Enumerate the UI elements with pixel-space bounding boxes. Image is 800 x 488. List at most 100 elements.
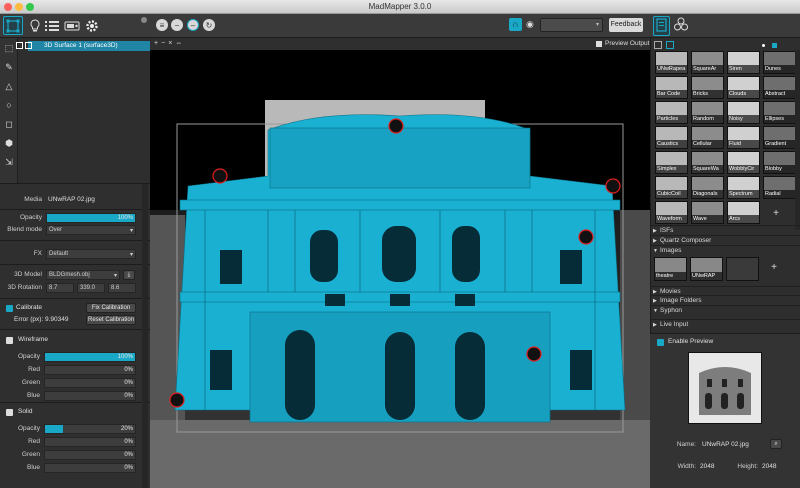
generator-thumb[interactable]: Gradient [763, 126, 796, 149]
toolbar-options-icon[interactable] [141, 17, 147, 23]
quad-tool-icon[interactable]: ◻ [3, 118, 15, 130]
generator-thumb[interactable]: Blobby [763, 151, 796, 174]
list-icon[interactable] [42, 16, 62, 35]
lock-checkbox[interactable] [25, 42, 32, 49]
solid-row-slider[interactable]: 20% [44, 424, 136, 434]
library-scrollbar[interactable] [795, 50, 800, 230]
search-icon[interactable]: ⌕ [770, 439, 782, 449]
library-section[interactable]: ▼ Syphon [650, 305, 800, 315]
generator-thumb[interactable]: WobblyCir [727, 151, 760, 174]
select-tool-icon[interactable]: ⬚ [3, 42, 15, 54]
generator-thumb[interactable]: SquareAr [691, 51, 724, 74]
opacity-slider[interactable]: 100% [46, 213, 136, 223]
generator-thumb[interactable]: Dunes [763, 51, 796, 74]
generator-thumb[interactable]: Wave [691, 201, 724, 224]
output-n-icon[interactable]: ∩ [509, 18, 522, 31]
projection-view[interactable] [150, 50, 650, 488]
modules-icon[interactable] [673, 16, 690, 36]
media-value[interactable]: UNwRAP 02.jpg [48, 196, 95, 203]
feedback-button[interactable]: Feedback [609, 18, 643, 32]
rotate-icon[interactable]: ↻ [203, 19, 215, 31]
calibrate-checkbox[interactable] [6, 305, 13, 312]
calibration-point[interactable] [388, 118, 404, 134]
generator-thumb[interactable]: Arcs [727, 201, 760, 224]
rotation-y-field[interactable]: 339.0 [77, 283, 105, 293]
solid-checkbox[interactable] [6, 409, 13, 416]
wireframe-row-slider[interactable]: 0% [44, 378, 136, 388]
triangle-tool-icon[interactable]: △ [3, 80, 15, 92]
wireframe-row-slider[interactable]: 0% [44, 365, 136, 375]
generator-thumb[interactable]: CubicCoil [655, 176, 688, 199]
page-dot-icon[interactable] [772, 43, 777, 48]
solid-row-slider[interactable]: 0% [44, 437, 136, 447]
generator-thumb[interactable]: Radial [763, 176, 796, 199]
projector-icon[interactable] [62, 16, 82, 35]
add-generator-button[interactable]: + [761, 208, 791, 222]
generator-thumb[interactable]: Waveform [655, 201, 688, 224]
generator-thumb[interactable]: Random [691, 101, 724, 124]
image-slot-empty[interactable] [726, 257, 759, 281]
library-section[interactable]: ▶ ISFs [650, 225, 800, 235]
library-section[interactable]: ▶ Live Input [650, 319, 800, 329]
add-image-button[interactable]: + [760, 262, 788, 276]
wireframe-row-slider[interactable]: 0% [44, 391, 136, 401]
wireframe-row-slider[interactable]: 100% [44, 352, 136, 362]
generator-thumb[interactable]: Siren [727, 51, 760, 74]
minus-icon[interactable]: − [171, 19, 183, 31]
calibration-point[interactable] [526, 346, 542, 362]
enable-preview-checkbox[interactable] [657, 339, 664, 346]
generator-thumb[interactable]: Bar Code [655, 76, 688, 99]
library-section[interactable]: ▶ Quartz Composer [650, 235, 800, 245]
calibration-point[interactable] [605, 178, 621, 194]
canvas[interactable] [150, 50, 650, 488]
generator-thumb[interactable]: Simplex [655, 151, 688, 174]
surface-item-3d-surface-1[interactable]: 3D Surface 1 (surface3D) [16, 41, 150, 51]
generator-thumb[interactable]: SquareWa [691, 151, 724, 174]
import-tool-icon[interactable]: ⇲ [3, 156, 15, 168]
output-select[interactable]: ▾ [540, 18, 603, 32]
media-library-icon[interactable] [653, 16, 670, 36]
fix-calibration-button[interactable]: Fix Calibration [86, 303, 136, 313]
rotation-z-field[interactable]: 8.6 [108, 283, 136, 293]
solid-row-slider[interactable]: 0% [44, 463, 136, 473]
3d-model-select[interactable]: BLDGmesh.obj ▾ [46, 270, 120, 280]
generator-thumb[interactable]: Clouds [727, 76, 760, 99]
calibration-point[interactable] [578, 229, 594, 245]
properties-scrollbar[interactable] [142, 184, 148, 488]
generator-thumb[interactable]: UNwRapea [655, 51, 688, 74]
blend-mode-select[interactable]: Over ▾ [46, 225, 136, 235]
generator-thumb[interactable]: Particles [655, 101, 688, 124]
generator-thumb[interactable]: Noisy [727, 101, 760, 124]
gear-icon[interactable] [82, 16, 102, 35]
library-section[interactable]: ▼ Images [650, 245, 800, 255]
library-list-icon[interactable] [666, 41, 674, 49]
generator-thumb[interactable]: Bricks [691, 76, 724, 99]
surface-add-tools[interactable]: +−×⇔ [154, 40, 185, 47]
library-grid-icon[interactable] [654, 41, 662, 49]
generator-thumb[interactable]: Abstract [763, 76, 796, 99]
generator-thumb[interactable]: Cellular [691, 126, 724, 149]
rotation-x-field[interactable]: 8.7 [46, 283, 74, 293]
surface-editor-icon[interactable] [3, 16, 23, 35]
reset-calibration-button[interactable]: Reset Calibration [86, 315, 136, 325]
generator-thumb[interactable]: Ellipses [763, 101, 796, 124]
page-dot-icon[interactable] [762, 44, 765, 47]
wireframe-checkbox[interactable] [6, 337, 13, 344]
preview-output-checkbox[interactable] [596, 41, 602, 47]
circle-tool-icon[interactable]: ○ [3, 99, 15, 111]
pen-tool-icon[interactable]: ✎ [3, 61, 15, 73]
fx-select[interactable]: Default ▾ [46, 249, 136, 259]
cube-tool-icon[interactable]: ⬢ [3, 137, 15, 149]
image-thumb[interactable]: theatre [654, 257, 687, 281]
generator-thumb[interactable]: Fluid [727, 126, 760, 149]
generator-thumb[interactable]: Spectrum [727, 176, 760, 199]
generator-thumb[interactable]: Caustics [655, 126, 688, 149]
menu-icon[interactable]: ≡ [156, 19, 168, 31]
visibility-checkbox[interactable] [16, 42, 23, 49]
eye-icon[interactable]: ◉ [526, 19, 538, 29]
solid-row-slider[interactable]: 0% [44, 450, 136, 460]
calibration-point[interactable] [212, 168, 228, 184]
image-thumb[interactable]: UNwRAP [690, 257, 723, 281]
library-section[interactable]: ▶ Image Folders [650, 295, 800, 305]
download-icon[interactable]: ⤓ [123, 270, 135, 280]
